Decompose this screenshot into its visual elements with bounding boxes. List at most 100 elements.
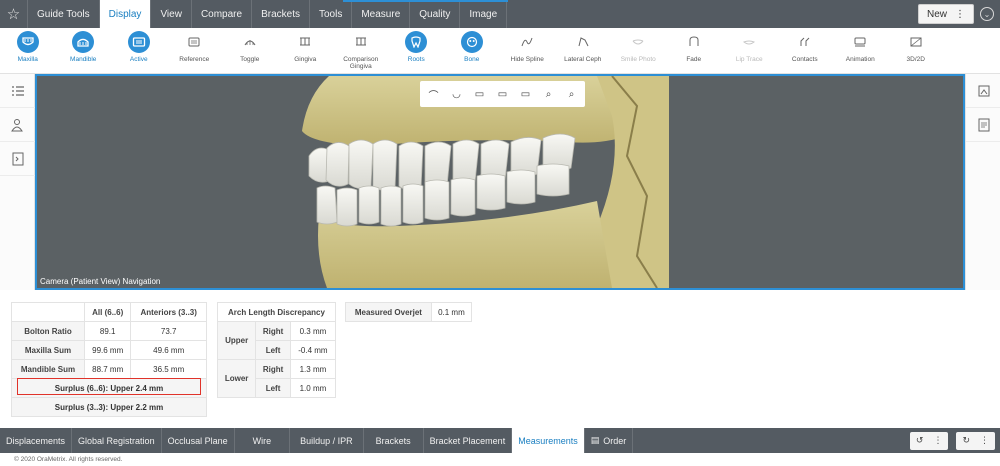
viewport-caption: Camera (Patient View) Navigation [40,277,161,286]
tab-brackets[interactable]: Brackets [364,428,424,453]
lip-trace-icon [738,31,760,53]
menu-brackets[interactable]: Brackets [252,0,310,28]
top-menu-bar: ☆ Guide Tools Display View Compare Brack… [0,0,1000,28]
redo-icon: ↻ [962,435,970,445]
overjet-value: 0.1 mm [430,302,473,322]
bone-icon [460,31,483,53]
right-label: Right [255,359,291,379]
list-icon[interactable] [0,74,35,108]
tool-label: Active [129,56,148,63]
tab-bracket-placement[interactable]: Bracket Placement [424,428,513,453]
tool-fade[interactable]: Fade [666,28,722,73]
tool-gingiva[interactable]: Gingiva [278,28,334,73]
menu-measure[interactable]: Measure [352,0,411,28]
tool-mandible[interactable]: Mandible [56,28,112,73]
view-toggle-icon[interactable] [966,74,1000,108]
tool-animation[interactable]: Animation [833,28,889,73]
report-document-icon[interactable] [966,108,1000,142]
tool-label: Gingiva [294,56,317,63]
table-row: Bolton Ratio 89.1 73.7 [10,321,207,341]
comparison-gingiva-icon [350,31,372,53]
zoom-teeth-icon[interactable]: ⌕ [560,83,583,105]
menu-display[interactable]: Display [99,0,152,28]
lower-right-value: 1.3 mm [289,359,337,379]
table-row: Measured Overjet 0.1 mm [345,302,473,322]
tool-lateral-ceph[interactable]: Lateral Ceph [555,28,611,73]
tool-hide-spline[interactable]: Hide Spline [500,28,556,73]
tool-roots[interactable]: Roots [389,28,445,73]
notes-document-icon[interactable] [0,142,35,176]
tab-displacements[interactable]: Displacements [0,428,73,453]
arch-view-icon[interactable]: ⌒ [422,83,445,105]
teeth-side-icon[interactable]: ▭ [491,83,514,105]
menu-quality[interactable]: Quality [410,0,461,28]
tool-toggle[interactable]: Toggle [222,28,278,73]
menu-tools[interactable]: Tools [310,0,353,28]
view-mini-toolbar: ⌒ ◡ ▭ ▭ ▭ ⌕ ⌕ [420,81,585,107]
menu-compare[interactable]: Compare [192,0,253,28]
undo-icon: ↺ [915,435,924,445]
teeth-lower-icon[interactable]: ▭ [514,83,537,105]
more-options-icon: ⋮ [980,435,989,445]
tool-bone[interactable]: Bone [444,28,500,73]
search-teeth-icon[interactable]: ⌕ [537,83,560,105]
tool-label: 3D/2D [906,56,925,63]
surplus-3-value: Surplus (3..3): Upper 2.2 mm [11,397,207,417]
cell-value: 99.6 mm [84,340,132,360]
table-row: Mandible Sum 88.7 mm 36.5 mm [10,359,207,379]
new-button[interactable]: New ⋮ [917,4,974,24]
reference-icon [183,31,205,53]
patient-profile-icon[interactable] [0,108,35,142]
tool-label: Fade [686,56,702,63]
surplus-row-3: Surplus (3..3): Upper 2.2 mm [11,397,207,417]
upper-label: Upper [216,321,257,360]
tool-maxilla[interactable]: Maxilla [0,28,56,73]
upper-left-value: -0.4 mm [289,340,337,360]
tool-label: Reference [179,56,210,63]
bolton-table: All (6..6) Anteriors (3..3) Bolton Ratio… [10,302,207,417]
table-row: Maxilla Sum 99.6 mm 49.6 mm [10,340,207,360]
collapse-chevron-icon[interactable]: ⌄ [980,7,994,21]
3d-viewport[interactable]: ⌒ ◡ ▭ ▭ ▭ ⌕ ⌕ Camera (Patient View) Navi… [35,74,965,290]
menu-view[interactable]: View [151,0,192,28]
animation-icon [849,31,871,53]
tab-measurements[interactable]: Measurements [512,428,585,453]
left-label: Left [255,340,291,360]
row-label: Mandible Sum [10,359,86,379]
tool-active[interactable]: Active [111,28,167,73]
bottom-tab-bar: Displacements Global Registration Occlus… [0,428,1000,453]
tool-label: Hide Spline [510,56,544,63]
teeth-front-icon[interactable]: ▭ [468,83,491,105]
favorites-star-icon[interactable]: ☆ [0,0,28,28]
tab-occlusal-plane[interactable]: Occlusal Plane [162,428,235,453]
header-all: All (6..6) [84,302,132,322]
tab-order[interactable]: ▤ Order [585,428,634,453]
arch-length-table: Arch Length Discrepancy Upper Right 0.3 … [216,302,337,398]
menu-image[interactable]: Image [460,0,508,28]
jaw-view-icon[interactable]: ◡ [445,83,468,105]
jaw-lower-icon [72,31,95,53]
tool-label: Maxilla [17,56,38,63]
undo-button[interactable]: ↺ ⋮ [909,431,949,450]
new-button-label: New [926,8,947,20]
contacts-icon [794,31,816,53]
redo-button[interactable]: ↻ ⋮ [956,431,995,450]
surplus-highlight-box [17,378,201,395]
tool-contacts[interactable]: Contacts [777,28,833,73]
tool-3d-2d[interactable]: 3D/2D [888,28,944,73]
3d-2d-icon [905,31,927,53]
tool-comparison-gingiva[interactable]: Comparison Gingiva [333,28,389,73]
spline-icon [516,31,538,53]
cell-value: 36.5 mm [130,359,207,379]
tab-global-registration[interactable]: Global Registration [72,428,162,453]
toggle-icon [239,31,261,53]
tool-label: Bone [464,56,480,63]
tool-smile-photo[interactable]: Smile Photo [611,28,667,73]
tool-lip-trace[interactable]: Lip Trace [722,28,778,73]
tab-buildup-ipr[interactable]: Buildup / IPR [290,428,364,453]
cell-value: 89.1 [84,321,132,341]
roots-icon [405,31,428,53]
tab-wire[interactable]: Wire [235,428,291,453]
tool-reference[interactable]: Reference [167,28,223,73]
menu-guide-tools[interactable]: Guide Tools [28,0,100,28]
